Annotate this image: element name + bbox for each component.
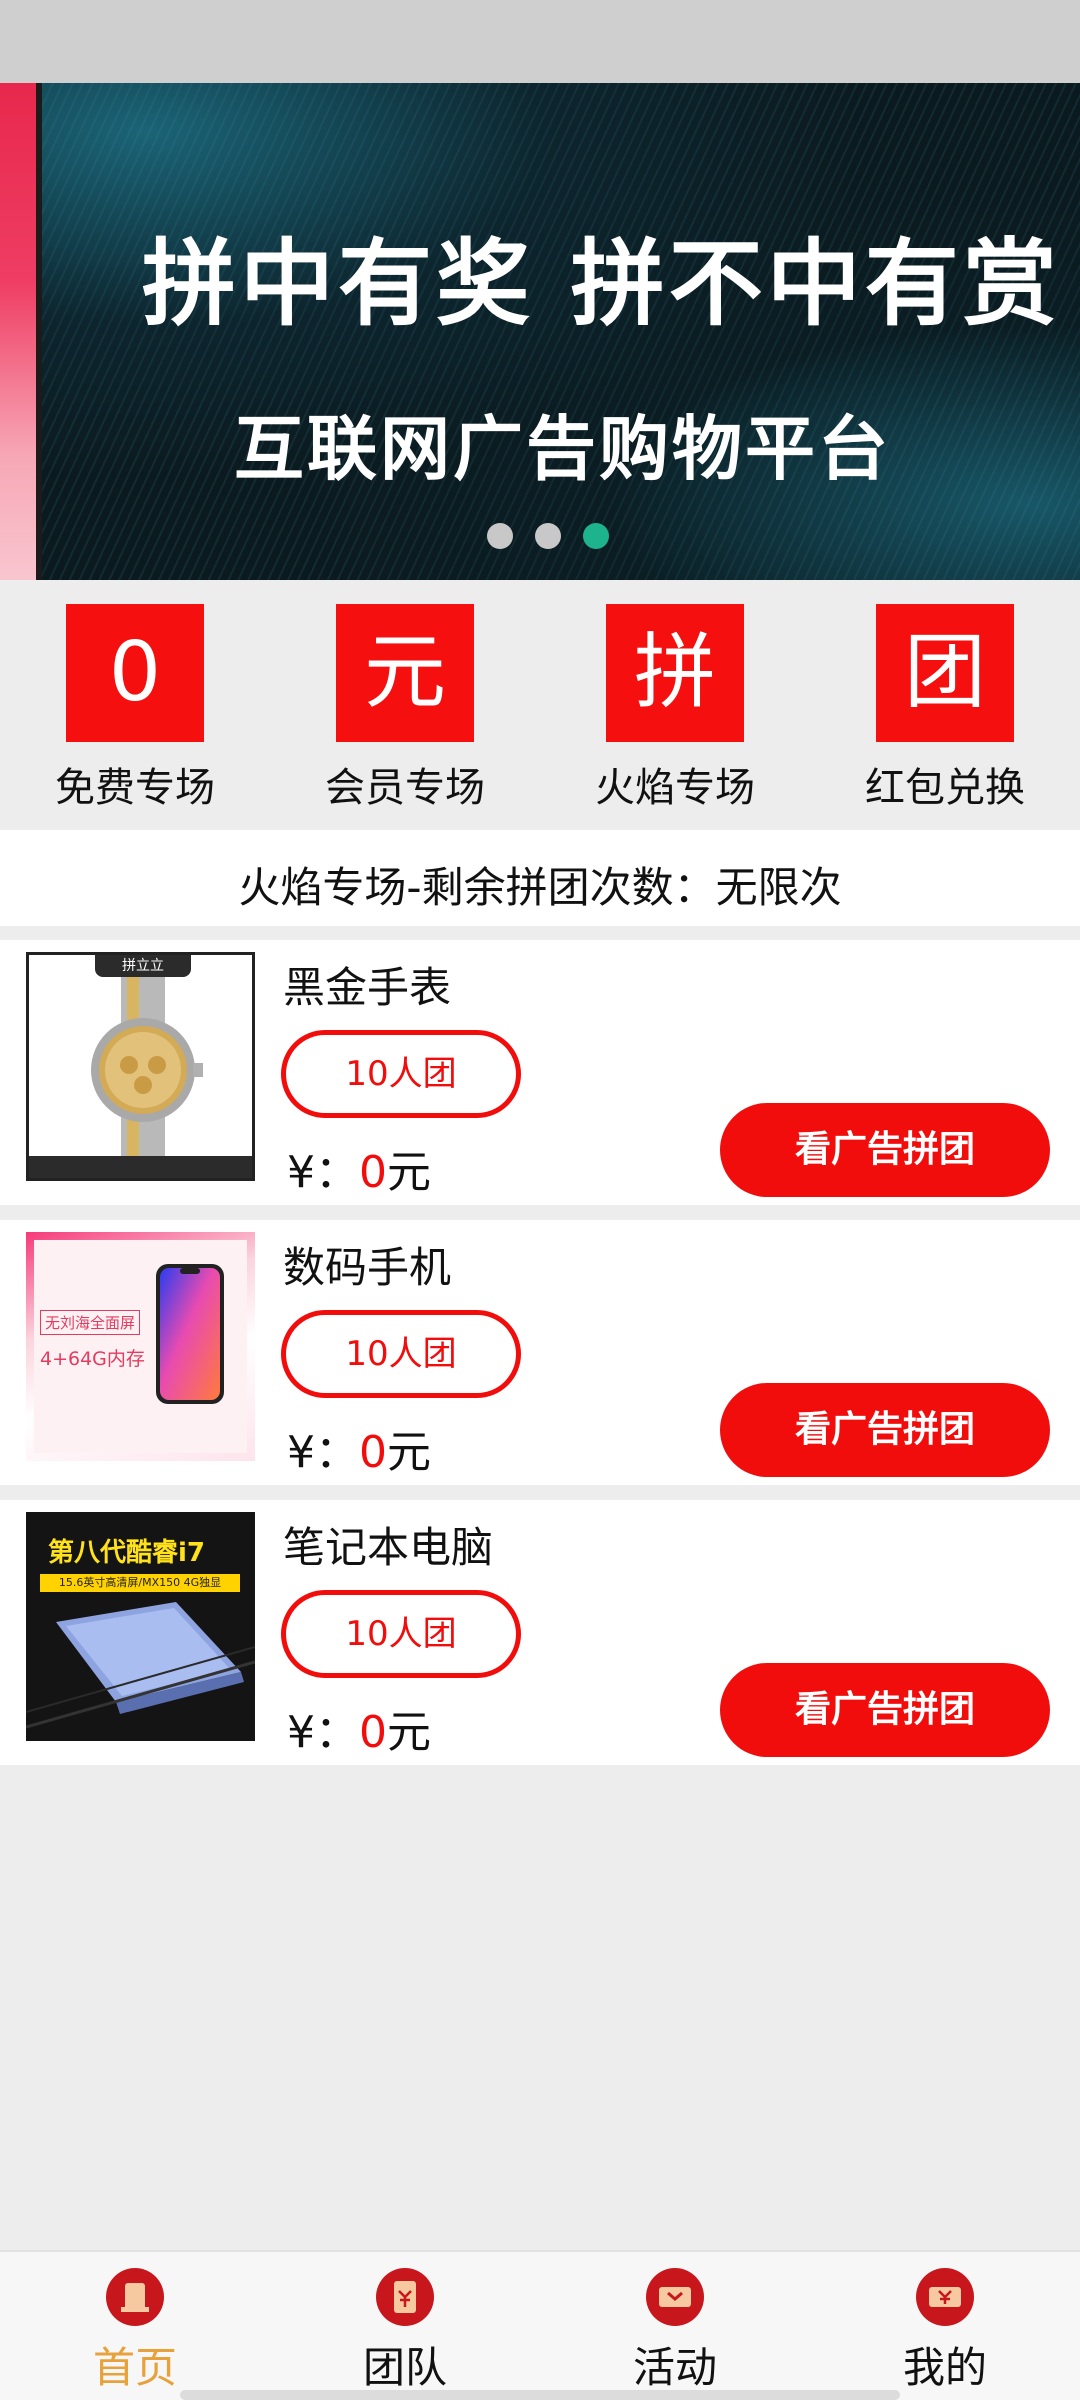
pagination-dot-2[interactable] <box>535 523 561 549</box>
watch-ad-group-buy-button[interactable]: 看广告拼团 <box>720 1663 1050 1757</box>
product-price: ¥：0元 <box>287 1136 431 1200</box>
category-grid: 0 免费专场 元 会员专场 拼 火焰专场 团 红包兑换 <box>0 580 1080 830</box>
product-price: ¥：0元 <box>287 1696 431 1760</box>
category-label: 火焰专场 <box>595 765 755 811</box>
team-icon <box>376 2268 434 2326</box>
home-indicator[interactable] <box>180 2390 900 2400</box>
tab-team[interactable]: 团队 <box>270 2252 540 2400</box>
category-redpacket[interactable]: 团 红包兑换 <box>810 580 1080 830</box>
tab-profile[interactable]: 我的 <box>810 2252 1080 2400</box>
free-zone-icon: 0 <box>66 604 204 742</box>
product-thumbnail-watch[interactable]: 拼立立 <box>26 952 255 1181</box>
product-name: 数码手机 <box>283 1243 452 1292</box>
price-value: 0 <box>359 1147 387 1198</box>
tab-label: 团队 <box>362 2343 447 2392</box>
remaining-count-bar: 火焰专场-剩余拼团次数：无限次 <box>0 830 1080 926</box>
watch-ad-group-buy-button[interactable]: 看广告拼团 <box>720 1103 1050 1197</box>
activity-icon <box>646 2268 704 2326</box>
member-zone-icon: 元 <box>336 604 474 742</box>
tab-label: 首页 <box>92 2343 177 2392</box>
price-prefix: ¥： <box>287 1427 359 1478</box>
category-flame[interactable]: 拼 火焰专场 <box>540 580 810 830</box>
home-icon <box>106 2268 164 2326</box>
product-thumbnail-laptop[interactable]: 第八代酷睿i7 15.6英寸高清屏/MX150 4G独显 <box>26 1512 255 1741</box>
product-price: ¥：0元 <box>287 1416 431 1480</box>
banner-pagination <box>0 523 1080 549</box>
product-card[interactable]: 第八代酷睿i7 15.6英寸高清屏/MX150 4G独显 笔记本电脑 10人团 … <box>0 1500 1080 1765</box>
banner-prev-slide-edge <box>0 83 42 580</box>
category-member[interactable]: 元 会员专场 <box>270 580 540 830</box>
red-packet-icon: 团 <box>876 604 1014 742</box>
laptop-image <box>26 1602 255 1729</box>
app-screen: 拼中有奖 拼不中有赏 互联网广告购物平台 0 免费专场 元 会员专场 拼 火焰专… <box>0 0 1080 2400</box>
watch-ad-group-buy-button[interactable]: 看广告拼团 <box>720 1383 1050 1477</box>
watch-image <box>91 977 203 1165</box>
price-unit: 元 <box>387 1147 431 1198</box>
phone-image <box>156 1264 224 1404</box>
banner-slide: 拼中有奖 拼不中有赏 互联网广告购物平台 <box>42 83 1080 580</box>
product-card[interactable]: 无刘海全面屏 4+64G内存 数码手机 10人团 ¥：0元 看广告拼团 <box>0 1220 1080 1485</box>
price-unit: 元 <box>387 1427 431 1478</box>
thumbnail-footer <box>29 1156 252 1178</box>
pagination-dot-3[interactable] <box>583 523 609 549</box>
category-free[interactable]: 0 免费专场 <box>0 580 270 830</box>
price-prefix: ¥： <box>287 1707 359 1758</box>
price-prefix: ¥： <box>287 1147 359 1198</box>
remaining-count-text: 火焰专场-剩余拼团次数：无限次 <box>238 863 842 912</box>
group-size-badge: 10人团 <box>281 1310 521 1398</box>
group-size-badge: 10人团 <box>281 1590 521 1678</box>
tab-label: 活动 <box>632 2343 717 2392</box>
flame-zone-icon: 拼 <box>606 604 744 742</box>
tab-activity[interactable]: 活动 <box>540 2252 810 2400</box>
banner-title: 拼中有奖 拼不中有赏 <box>142 230 1061 339</box>
profile-icon <box>916 2268 974 2326</box>
bottom-tab-bar: 首页 团队 活动 我的 <box>0 2250 1080 2400</box>
banner-subtitle: 互联网广告购物平台 <box>234 408 891 490</box>
tab-home[interactable]: 首页 <box>0 2252 270 2400</box>
product-name: 黑金手表 <box>283 963 452 1012</box>
category-label: 会员专场 <box>325 765 485 811</box>
product-thumbnail-phone[interactable]: 无刘海全面屏 4+64G内存 <box>26 1232 255 1461</box>
price-value: 0 <box>359 1427 387 1478</box>
price-unit: 元 <box>387 1707 431 1758</box>
category-label: 红包兑换 <box>865 765 1025 811</box>
product-card[interactable]: 拼立立 黑金手表 10人团 ¥：0元 看广告拼团 <box>0 940 1080 1205</box>
tab-label: 我的 <box>902 2343 987 2392</box>
group-size-badge: 10人团 <box>281 1030 521 1118</box>
pagination-dot-1[interactable] <box>487 523 513 549</box>
promo-banner[interactable]: 拼中有奖 拼不中有赏 互联网广告购物平台 <box>0 83 1080 580</box>
category-label: 免费专场 <box>55 765 215 811</box>
price-value: 0 <box>359 1707 387 1758</box>
status-bar <box>0 0 1080 83</box>
thumbnail-tag: 拼立立 <box>95 955 191 977</box>
product-name: 笔记本电脑 <box>283 1523 494 1572</box>
